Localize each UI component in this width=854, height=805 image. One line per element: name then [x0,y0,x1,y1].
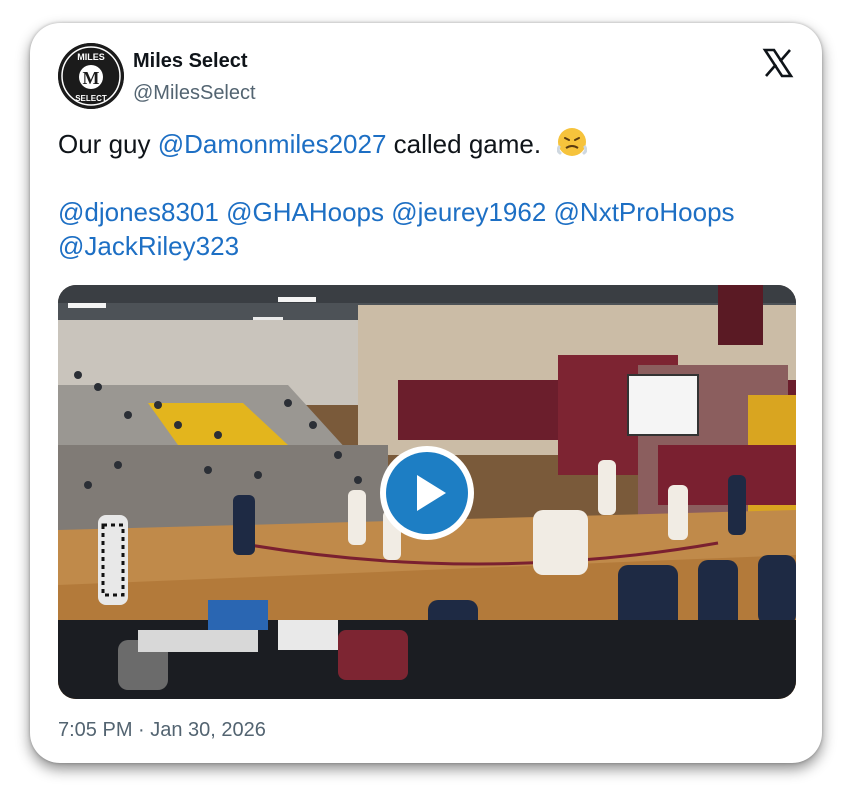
avatar[interactable]: MILES M SELECT [58,43,124,109]
mention-jackriley323[interactable]: @JackRiley323 [58,231,239,261]
mention-ghahoops[interactable]: @GHAHoops [226,197,384,227]
mention-damonmiles2027[interactable]: @Damonmiles2027 [158,129,387,159]
tweet-text: Our guy @Damonmiles2027 called game. @dj… [58,127,798,263]
tweet-card: MILES M SELECT Miles Select @MilesSelect… [30,23,822,763]
display-name[interactable]: Miles Select [133,50,248,73]
tweet-line-1: Our guy @Damonmiles2027 called game. [58,127,798,161]
mention-jeurey1962[interactable]: @jeurey1962 [391,197,546,227]
avatar-top-text: MILES [77,52,105,62]
tweet-text-prefix: Our guy [58,129,158,159]
tweet-line-mentions-2: @JackRiley323 [58,229,798,263]
play-icon [417,475,446,511]
steam-face-emoji-icon [556,127,588,157]
tweet-line-mentions: @djones8301 @GHAHoops @jeurey1962 @NxtPr… [58,195,798,229]
handle[interactable]: @MilesSelect [133,82,256,105]
mention-nxtprohoops[interactable]: @NxtProHoops [554,197,735,227]
tweet-text-suffix: called game. [386,129,542,159]
x-logo-icon[interactable] [762,47,794,79]
avatar-letter: M [83,68,100,88]
timestamp[interactable]: 7:05 PM · Jan 30, 2026 [58,719,266,742]
video-player[interactable] [58,285,796,699]
play-button[interactable] [380,446,474,540]
mention-djones8301[interactable]: @djones8301 [58,197,219,227]
avatar-bottom-text: SELECT [75,94,107,103]
